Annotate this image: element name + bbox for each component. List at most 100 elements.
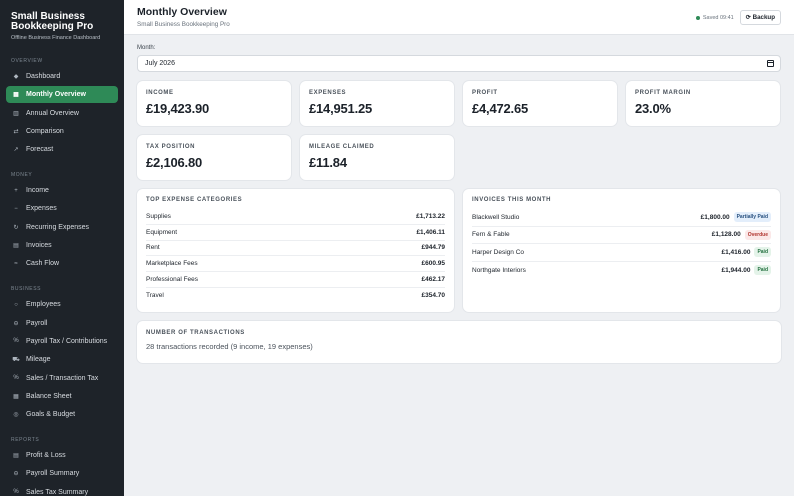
invoice-row[interactable]: Blackwell Studio £1,800.00 Partially Paid — [472, 209, 771, 227]
save-status: Saved 09:41 — [695, 14, 734, 21]
card-value: £14,951.25 — [309, 101, 373, 116]
percent-icon: % — [13, 375, 19, 382]
diamond-icon: ◆ — [13, 74, 19, 80]
expense-category: Supplies — [146, 212, 171, 220]
topbar: Monthly Overview Small Business Bookkeep… — [124, 0, 794, 35]
swap-icon: ⇄ — [13, 128, 19, 135]
status-badge: Paid — [754, 247, 771, 258]
invoice-row[interactable]: Harper Design Co £1,416.00 Paid — [472, 244, 771, 262]
sidebar-item-monthly-overview[interactable]: ▦ Monthly Overview — [6, 86, 118, 104]
expense-amount: £462.17 — [421, 276, 446, 284]
month-label: Month: — [137, 45, 156, 51]
invoice-row[interactable]: Northgate Interiors £1,944.00 Paid — [472, 262, 771, 280]
invoice-client: Harper Design Co — [472, 248, 525, 256]
expense-row: Marketplace Fees £600.95 — [146, 256, 446, 273]
card-value: £4,472.65 — [472, 101, 529, 116]
invoices-panel: INVOICES THIS MONTH Blackwell Studio £1,8… — [463, 189, 780, 312]
expense-category: Equipment — [146, 228, 178, 236]
expense-amount: £600.95 — [421, 260, 446, 268]
page-subtitle: Small Business Bookkeeping Pro — [137, 21, 230, 28]
sidebar-item-payroll[interactable]: ⊖ Payroll — [6, 315, 118, 332]
expense-row: Supplies £1,713.22 — [146, 209, 445, 225]
car-icon: ⛟ — [12, 356, 20, 363]
report-icon: ▤ — [13, 453, 19, 460]
invoice-client: Blackwell Studio — [472, 213, 520, 221]
sidebar-item-label: Forecast — [26, 146, 54, 154]
calendar-icon[interactable] — [767, 60, 774, 67]
invoice-amount: £1,944.00 — [721, 266, 751, 274]
sidebar-item-sales-transaction-tax[interactable]: % Sales / Transaction Tax — [6, 370, 118, 387]
expense-amount: £1,713.22 — [416, 212, 445, 220]
card-label: EXPENSES — [309, 90, 347, 96]
sidebar-item-label: Sales Tax Summary — [26, 488, 89, 496]
invoice-client: Fern & Fable — [472, 231, 510, 239]
invoice-meta: £1,416.00 Paid — [722, 247, 771, 258]
nav-section-heading: MONEY — [11, 172, 33, 179]
summary-card-mileage-claimed: MILEAGE CLAIMED £11.84 — [300, 135, 454, 180]
sidebar-item-label: Balance Sheet — [26, 392, 72, 400]
sidebar-item-invoices[interactable]: ▤ Invoices — [6, 237, 118, 254]
percent-icon: % — [13, 338, 19, 345]
plus-icon: + — [14, 187, 18, 194]
backup-button[interactable]: ⟳ Backup — [739, 10, 781, 25]
card-label: PROFIT MARGIN — [635, 90, 691, 96]
month-input[interactable]: July 2026 — [137, 55, 781, 72]
sidebar-item-annual-overview[interactable]: ▥ Annual Overview — [6, 105, 118, 122]
sidebar-item-profit-loss[interactable]: ▤ Profit & Loss — [6, 447, 118, 464]
sidebar-item-label: Payroll — [26, 319, 48, 327]
percent-icon: % — [13, 489, 19, 496]
brand: Small Business Bookkeeping Pro Offline B… — [0, 0, 124, 42]
sidebar-item-label: Annual Overview — [26, 109, 79, 117]
sidebar-item-dashboard[interactable]: ◆ Dashboard — [6, 68, 118, 85]
sidebar-item-label: Payroll Tax / Contributions — [26, 337, 108, 345]
card-value: 23.0% — [635, 101, 671, 116]
panel-title: INVOICES THIS MONTH — [472, 197, 552, 203]
invoice-meta: £1,944.00 Paid — [721, 265, 771, 276]
flow-icon: ≈ — [14, 260, 18, 267]
expense-category: Travel — [146, 292, 164, 300]
sidebar-item-label: Employees — [26, 301, 61, 309]
sidebar-item-expenses[interactable]: − Expenses — [6, 200, 118, 217]
sidebar-item-label: Goals & Budget — [26, 411, 76, 419]
sidebar-item-label: Cash Flow — [26, 260, 60, 268]
expense-category: Marketplace Fees — [146, 260, 198, 268]
sidebar-item-mileage[interactable]: ⛟ Mileage — [6, 351, 118, 368]
trend-up-icon: ↗ — [13, 147, 19, 154]
sidebar-item-cash-flow[interactable]: ≈ Cash Flow — [6, 255, 118, 272]
app-title: Small Business Bookkeeping Pro — [11, 11, 94, 32]
invoice-icon: ▤ — [13, 243, 19, 250]
sidebar-item-recurring-expenses[interactable]: ↻ Recurring Expenses — [6, 219, 118, 236]
grid-icon: ▥ — [13, 110, 19, 117]
sidebar-item-sales-tax-summary[interactable]: % Sales Tax Summary — [6, 484, 118, 496]
invoice-meta: £1,128.00 Overdue — [712, 229, 771, 240]
sidebar-item-goals-budget[interactable]: ◎ Goals & Budget — [6, 406, 118, 423]
sidebar-nav: OVERVIEW ◆ Dashboard ▦ Monthly Overview ▥ Annu… — [0, 58, 124, 496]
transactions-summary: 28 transactions recorded (9 income, 19 e… — [146, 342, 313, 351]
card-label: MILEAGE CLAIMED — [309, 144, 375, 150]
status-badge: Overdue — [744, 229, 771, 240]
sidebar-item-forecast[interactable]: ↗ Forecast — [6, 141, 118, 158]
nav-section-heading: BUSINESS — [11, 286, 42, 293]
card-value: £11.84 — [309, 155, 347, 170]
expense-categories-panel: TOP EXPENSE CATEGORIES Supplies £1,713.22… — [137, 189, 454, 312]
sidebar-item-label: Invoices — [26, 242, 52, 250]
save-status-text: Saved 09:41 — [702, 14, 734, 21]
transactions-panel: NUMBER OF TRANSACTIONS 28 transactions r… — [137, 321, 781, 363]
main-area: Monthly Overview Small Business Bookkeep… — [124, 0, 794, 496]
card-label: TAX POSITION — [146, 144, 196, 150]
target-icon: ◎ — [13, 412, 19, 419]
sidebar-item-comparison[interactable]: ⇄ Comparison — [6, 123, 118, 140]
expense-amount: £944.79 — [421, 244, 446, 252]
sidebar-item-label: Comparison — [26, 127, 64, 135]
expense-row: Professional Fees £462.17 — [146, 272, 445, 288]
repeat-icon: ↻ — [13, 224, 19, 231]
content: Month: July 2026 INCOME £19,423.90 EXPENSE… — [124, 35, 794, 363]
summary-card-tax-position: TAX POSITION £2,106.80 — [137, 135, 291, 180]
sidebar-item-employees[interactable]: ○ Employees — [6, 296, 118, 313]
sidebar-item-balance-sheet[interactable]: ▦ Balance Sheet — [6, 388, 118, 405]
sidebar-item-income[interactable]: + Income — [6, 182, 118, 199]
sidebar-item-payroll-summary[interactable]: ⊖ Payroll Summary — [6, 465, 118, 482]
sidebar-item-payroll-tax-contributions[interactable]: % Payroll Tax / Contributions — [6, 333, 118, 350]
panel-title: NUMBER OF TRANSACTIONS — [146, 330, 245, 336]
invoice-row[interactable]: Fern & Fable £1,128.00 Overdue — [472, 227, 771, 244]
